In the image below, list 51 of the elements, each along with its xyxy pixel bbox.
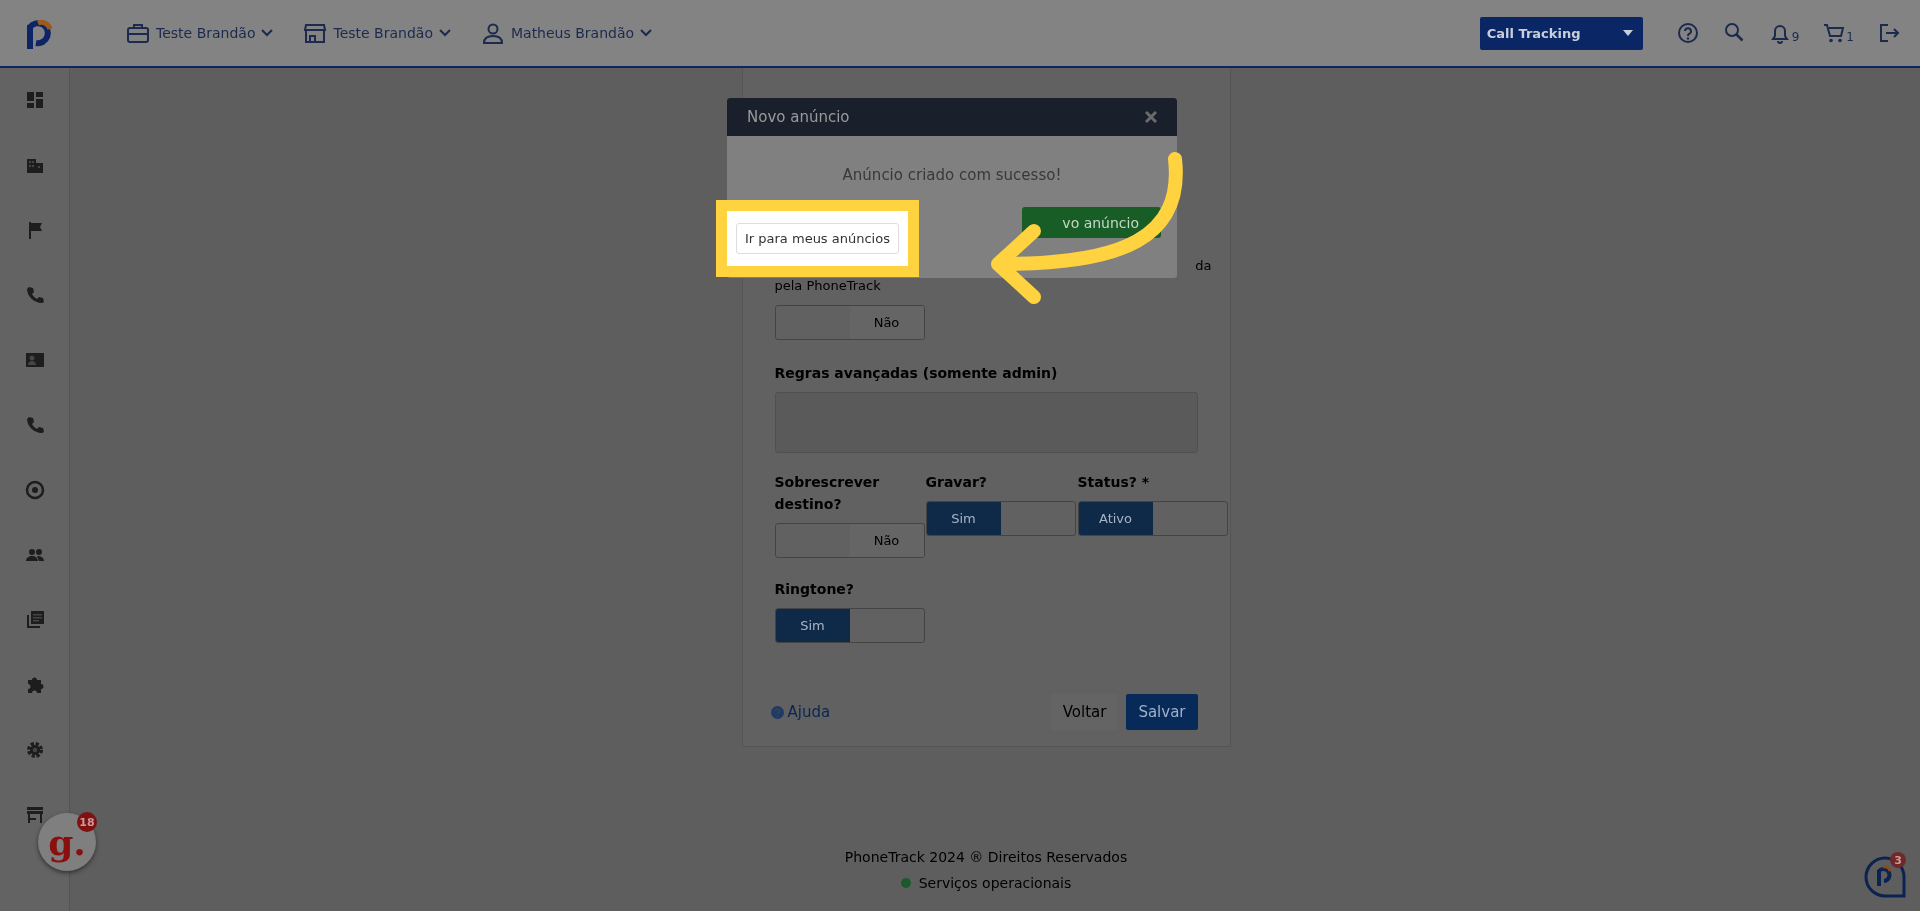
contact-card-icon[interactable] — [24, 350, 45, 370]
bell-icon[interactable] — [1768, 22, 1791, 44]
account-menu[interactable]: Matheus Brandão — [480, 22, 653, 44]
logo-icon — [1864, 856, 1906, 898]
help-widget[interactable] — [1864, 856, 1906, 898]
search-icon[interactable] — [1722, 22, 1745, 44]
field-description: da — [1194, 257, 1212, 275]
chevron-down-icon — [261, 29, 274, 37]
phone-icon[interactable] — [24, 415, 45, 435]
chevron-down-icon — [640, 29, 653, 37]
toggle-switch[interactable]: Ativo — [1077, 501, 1228, 536]
target-icon[interactable] — [24, 480, 45, 500]
help-link[interactable]: Ajuda — [770, 703, 831, 721]
field-label: Gravar? — [925, 473, 988, 492]
account-menu[interactable]: Teste Brandão — [126, 22, 274, 44]
dashboard-icon[interactable] — [24, 90, 45, 110]
notification-count: 9 — [1791, 30, 1800, 44]
library-icon[interactable] — [24, 610, 45, 630]
toggle-switch[interactable]: Não — [774, 523, 925, 558]
field-label: Sobrescrever destino? — [774, 473, 881, 514]
account-menu[interactable]: Teste Brandão — [303, 22, 451, 44]
caret-icon — [1622, 30, 1633, 36]
cart-count: 1 — [1846, 30, 1854, 44]
notification-badge: 18 — [77, 812, 97, 832]
product-select[interactable]: Call Tracking — [1479, 16, 1643, 50]
notification-badge: 3 — [1890, 852, 1906, 868]
field-description: pela PhoneTrack — [774, 277, 882, 295]
copyright-text: PhoneTrack 2024 ® Direitos Reservados — [844, 849, 1128, 865]
modal-title: Novo anúncio — [747, 108, 850, 126]
field-label: Status? * — [1077, 473, 1151, 492]
toggle-switch[interactable]: Não — [774, 305, 925, 340]
user-icon — [480, 22, 505, 44]
gear-icon[interactable] — [24, 740, 45, 760]
toggle-switch[interactable]: Sim — [774, 608, 925, 643]
help-icon — [770, 705, 784, 719]
save-button[interactable]: Salvar — [1126, 694, 1198, 730]
status-text: Serviços operacionais — [918, 875, 1072, 891]
field-label: Regras avançadas (somente admin) — [774, 364, 1059, 383]
help-icon[interactable] — [1676, 22, 1699, 44]
phone-icon[interactable] — [24, 285, 45, 305]
toggle-switch[interactable]: Sim — [925, 501, 1076, 536]
my-ads-button[interactable]: Ir para meus anúncios — [736, 223, 899, 254]
briefcase-icon — [126, 22, 150, 44]
store-icon[interactable] — [24, 805, 45, 825]
chevron-down-icon — [438, 29, 451, 37]
modal-message: Anúncio criado com sucesso! — [841, 166, 1063, 184]
logout-icon[interactable] — [1878, 22, 1900, 44]
store-icon — [303, 22, 328, 44]
close-icon[interactable] — [1145, 111, 1157, 123]
field-label: Ringtone? — [774, 580, 855, 599]
cart-icon[interactable] — [1823, 22, 1846, 44]
